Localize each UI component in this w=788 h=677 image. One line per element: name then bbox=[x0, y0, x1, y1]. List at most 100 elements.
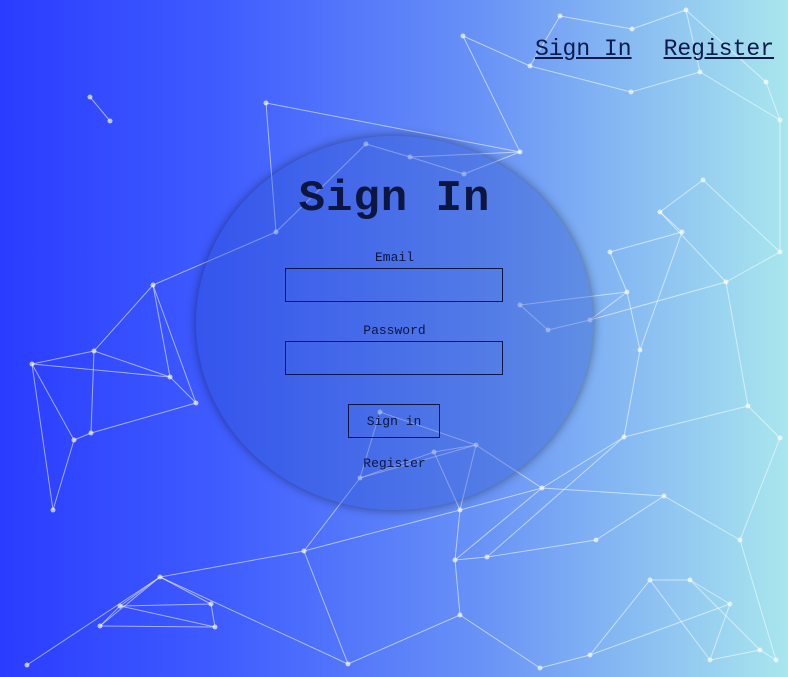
network-line bbox=[639, 231, 683, 351]
network-line bbox=[73, 432, 92, 441]
network-node bbox=[647, 577, 653, 583]
network-node bbox=[628, 89, 634, 95]
network-line bbox=[709, 649, 761, 661]
network-node bbox=[757, 647, 763, 653]
network-line bbox=[462, 35, 521, 153]
network-node bbox=[24, 662, 30, 668]
network-line bbox=[93, 284, 154, 352]
network-line bbox=[26, 576, 161, 666]
network-node bbox=[777, 435, 783, 441]
network-node bbox=[263, 100, 269, 106]
nav-register-link[interactable]: Register bbox=[664, 36, 774, 62]
network-node bbox=[107, 118, 113, 124]
network-node bbox=[71, 437, 77, 443]
network-node bbox=[457, 507, 463, 513]
network-node bbox=[657, 209, 663, 215]
network-node bbox=[587, 652, 593, 658]
network-node bbox=[97, 623, 103, 629]
network-node bbox=[679, 229, 685, 235]
network-line bbox=[462, 35, 531, 67]
network-node bbox=[484, 554, 490, 560]
network-line bbox=[739, 539, 777, 661]
password-field[interactable] bbox=[285, 341, 503, 375]
network-line bbox=[454, 487, 543, 561]
network-node bbox=[723, 279, 729, 285]
network-line bbox=[659, 179, 704, 213]
sign-in-button[interactable]: Sign in bbox=[348, 404, 440, 438]
network-line bbox=[454, 559, 461, 616]
network-line bbox=[119, 603, 212, 607]
nav-sign-in-link[interactable]: Sign In bbox=[535, 36, 632, 62]
network-line bbox=[663, 495, 741, 541]
network-node bbox=[91, 348, 97, 354]
network-node bbox=[87, 94, 93, 100]
network-node bbox=[167, 374, 173, 380]
email-field[interactable] bbox=[285, 268, 503, 302]
network-node bbox=[687, 577, 693, 583]
email-label: Email bbox=[374, 250, 414, 265]
network-line bbox=[152, 284, 171, 378]
network-node bbox=[29, 361, 35, 367]
network-node bbox=[777, 117, 783, 123]
network-node bbox=[517, 149, 523, 155]
network-node bbox=[452, 557, 458, 563]
network-node bbox=[624, 289, 630, 295]
network-line bbox=[159, 550, 305, 578]
network-line bbox=[99, 576, 161, 627]
register-link[interactable]: Register bbox=[196, 456, 593, 471]
password-label: Password bbox=[363, 323, 426, 338]
network-line bbox=[609, 231, 683, 253]
network-line bbox=[623, 349, 641, 438]
network-node bbox=[50, 507, 56, 513]
network-node bbox=[777, 249, 783, 255]
network-node bbox=[527, 63, 533, 69]
network-line bbox=[725, 281, 749, 407]
network-node bbox=[637, 347, 643, 353]
network-line bbox=[119, 605, 216, 628]
network-line bbox=[89, 96, 111, 122]
network-line bbox=[725, 251, 781, 283]
network-node bbox=[707, 657, 713, 663]
network-node bbox=[539, 485, 545, 491]
network-node bbox=[745, 403, 751, 409]
sign-in-card: Sign In Email Password Sign in Register bbox=[196, 136, 593, 510]
network-line bbox=[699, 71, 781, 121]
network-node bbox=[537, 665, 543, 671]
network-node bbox=[557, 13, 563, 19]
network-line bbox=[765, 81, 781, 121]
network-line bbox=[541, 487, 665, 497]
network-line bbox=[595, 495, 665, 541]
top-nav: Sign In Register bbox=[535, 36, 774, 62]
network-line bbox=[529, 65, 632, 93]
network-line bbox=[31, 363, 171, 378]
network-node bbox=[345, 661, 351, 667]
network-node bbox=[621, 434, 627, 440]
network-node bbox=[301, 548, 307, 554]
network-line bbox=[747, 405, 781, 439]
network-node bbox=[117, 603, 123, 609]
network-node bbox=[212, 624, 218, 630]
network-line bbox=[152, 284, 197, 404]
network-node bbox=[208, 601, 214, 607]
network-line bbox=[31, 350, 95, 365]
network-line bbox=[709, 603, 731, 661]
network-line bbox=[90, 402, 197, 434]
network-node bbox=[737, 537, 743, 543]
network-line bbox=[347, 614, 461, 665]
network-node bbox=[460, 33, 466, 39]
network-line bbox=[99, 625, 216, 628]
network-line bbox=[169, 376, 197, 404]
network-line bbox=[702, 179, 781, 253]
network-line bbox=[210, 603, 216, 628]
network-line bbox=[454, 509, 461, 561]
network-line bbox=[31, 363, 75, 441]
network-line bbox=[589, 281, 727, 321]
network-line bbox=[609, 251, 628, 293]
network-line bbox=[630, 71, 701, 93]
network-line bbox=[31, 363, 54, 511]
network-node bbox=[193, 400, 199, 406]
network-node bbox=[773, 657, 779, 663]
network-node bbox=[607, 249, 613, 255]
network-node bbox=[88, 430, 94, 436]
network-line bbox=[623, 405, 749, 438]
